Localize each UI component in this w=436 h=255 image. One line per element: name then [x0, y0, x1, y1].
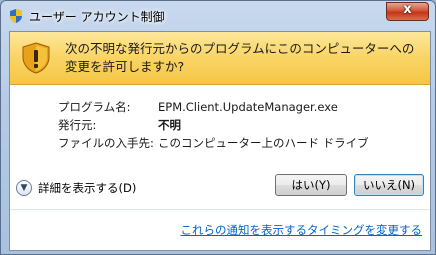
uac-shield-icon	[10, 9, 22, 23]
publisher-value: 不明	[158, 118, 181, 132]
uac-window: ユーザー アカウント制御 x 次の不明な発行元からのプログラムにこのコンピュータ…	[0, 0, 436, 255]
program-name-row: プログラム名: EPM.Client.UpdateManager.exe	[58, 98, 369, 116]
program-details: プログラム名: EPM.Client.UpdateManager.exe 発行元…	[58, 98, 369, 152]
close-icon: x	[403, 2, 412, 17]
warning-banner: 次の不明な発行元からのプログラムにこのコンピューターへの変更を許可しますか?	[10, 32, 430, 85]
warning-shield-icon	[22, 42, 50, 74]
title-bar[interactable]: ユーザー アカウント制御 x	[1, 1, 435, 31]
program-name-value: EPM.Client.UpdateManager.exe	[158, 100, 338, 114]
dialog-content: 次の不明な発行元からのプログラムにこのコンピューターへの変更を許可しますか? プ…	[9, 31, 431, 251]
publisher-label: 発行元:	[58, 118, 97, 132]
publisher-row: 発行元: 不明	[58, 116, 369, 134]
chevron-down-icon[interactable]: ▼	[16, 180, 32, 196]
yes-button[interactable]: はい(Y)	[275, 174, 347, 196]
no-button[interactable]: いいえ(N)	[354, 174, 424, 196]
window-title: ユーザー アカウント制御	[29, 10, 165, 24]
divider	[10, 209, 430, 210]
show-details-label[interactable]: 詳細を表示する(D)	[38, 180, 136, 196]
file-origin-row: ファイルの入手先: このコンピューター上のハード ドライブ	[58, 134, 369, 152]
change-notification-settings-link[interactable]: これらの通知を表示するタイミングを変更する	[181, 222, 423, 238]
file-origin-value: このコンピューター上のハード ドライブ	[158, 136, 369, 150]
prompt-message: 次の不明な発行元からのプログラムにこのコンピューターへの変更を許可しますか?	[65, 41, 415, 74]
show-details-toggle[interactable]: ▼ 詳細を表示する(D)	[16, 180, 136, 196]
program-name-label: プログラム名:	[58, 100, 131, 114]
file-origin-label: ファイルの入手先:	[58, 136, 154, 150]
close-button[interactable]: x	[386, 2, 429, 21]
